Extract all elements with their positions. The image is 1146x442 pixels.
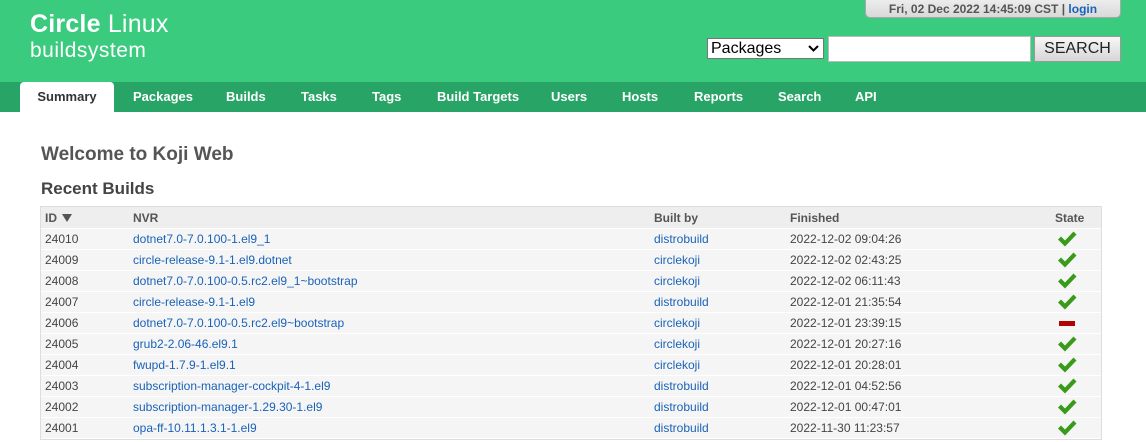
column-header-nvr[interactable]: NVR <box>133 207 158 229</box>
build-owner-link[interactable]: distrobuild <box>654 418 709 439</box>
search-type-select[interactable]: Packages <box>707 38 824 59</box>
tab-build-targets[interactable]: Build Targets <box>437 82 519 112</box>
table-row: 24010 dotnet7.0-7.0.100-1.el9_1 distrobuil… <box>41 229 1101 250</box>
column-header-id[interactable]: ID <box>45 207 73 229</box>
state-complete-checkmark-icon[interactable] <box>1057 293 1077 311</box>
build-finished-time: 2022-12-01 04:52:56 <box>790 379 902 393</box>
build-id: 24004 <box>45 358 79 372</box>
tab-search[interactable]: Search <box>778 82 821 112</box>
build-finished-time: 2022-12-01 21:35:54 <box>790 295 902 309</box>
build-owner-link[interactable]: circlekoji <box>654 355 700 376</box>
table-row: 24002 subscription-manager-1.29.30-1.el9 d… <box>41 397 1101 418</box>
build-id: 24009 <box>45 253 79 267</box>
state-complete-checkmark-icon[interactable] <box>1057 230 1077 248</box>
table-header-row: ID NVR Built by Finished State <box>41 207 1101 229</box>
recent-builds-table: ID NVR Built by Finished State 24010 dotn… <box>40 206 1102 440</box>
build-id: 24001 <box>45 421 79 435</box>
page-title: Welcome to Koji Web <box>41 144 234 165</box>
state-failed-icon[interactable] <box>1057 314 1077 332</box>
table-body: 24010 dotnet7.0-7.0.100-1.el9_1 distrobuil… <box>41 229 1101 439</box>
column-header-finished[interactable]: Finished <box>790 207 839 229</box>
table-row: 24007 circle-release-9.1-1.el9 distrobuild… <box>41 292 1101 313</box>
logo-subtitle: buildsystem <box>30 39 147 62</box>
column-header-built-by[interactable]: Built by <box>654 207 698 229</box>
tab-tags[interactable]: Tags <box>372 82 401 112</box>
tab-builds[interactable]: Builds <box>226 82 266 112</box>
recent-builds-heading: Recent Builds <box>41 179 155 198</box>
build-owner-link[interactable]: distrobuild <box>654 397 709 418</box>
build-finished-time: 2022-12-01 00:47:01 <box>790 400 902 414</box>
login-link[interactable]: login <box>1068 2 1097 16</box>
build-id: 24008 <box>45 274 79 288</box>
build-id: 24006 <box>45 316 79 330</box>
state-complete-checkmark-icon[interactable] <box>1057 356 1077 374</box>
build-finished-time: 2022-12-01 20:27:16 <box>790 337 902 351</box>
build-nvr-link[interactable]: grub2-2.06-46.el9.1 <box>133 334 238 355</box>
build-owner-link[interactable]: circlekoji <box>654 271 700 292</box>
table-row: 24006 dotnet7.0-7.0.100-0.5.rc2.el9~boots… <box>41 313 1101 334</box>
logo-word-linux: Linux <box>100 10 169 38</box>
state-complete-checkmark-icon[interactable] <box>1057 377 1077 395</box>
login-separator: | <box>1061 2 1066 16</box>
search-input[interactable] <box>828 36 1031 62</box>
build-nvr-link[interactable]: dotnet7.0-7.0.100-1.el9_1 <box>133 229 270 250</box>
build-owner-link[interactable]: circlekoji <box>654 250 700 271</box>
build-nvr-link[interactable]: fwupd-1.7.9-1.el9.1 <box>133 355 236 376</box>
site-logo[interactable]: Circle Linux buildsystem <box>30 10 169 63</box>
build-finished-time: 2022-12-01 20:28:01 <box>790 358 902 372</box>
login-box: Fri, 02 Dec 2022 14:45:09 CST | login <box>865 0 1121 18</box>
chevron-down-icon <box>808 45 819 52</box>
build-owner-link[interactable]: distrobuild <box>654 376 709 397</box>
build-finished-time: 2022-12-02 06:11:43 <box>790 274 901 288</box>
state-complete-checkmark-icon[interactable] <box>1057 419 1077 437</box>
tab-summary[interactable]: Summary <box>20 82 114 112</box>
build-nvr-link[interactable]: dotnet7.0-7.0.100-0.5.rc2.el9~bootstrap <box>133 313 344 334</box>
state-complete-checkmark-icon[interactable] <box>1057 251 1077 269</box>
search-type-value: Packages <box>711 40 782 57</box>
state-complete-checkmark-icon[interactable] <box>1057 272 1077 290</box>
table-row: 24004 fwupd-1.7.9-1.el9.1 circlekoji 2022-1… <box>41 355 1101 376</box>
build-nvr-link[interactable]: circle-release-9.1-1.el9 <box>133 292 255 313</box>
build-owner-link[interactable]: circlekoji <box>654 334 700 355</box>
table-row: 24009 circle-release-9.1-1.el9.dotnet circ… <box>41 250 1101 271</box>
header-banner: Circle Linux buildsystem Fri, 02 Dec 202… <box>0 0 1146 82</box>
table-row: 24003 subscription-manager-cockpit-4-1.el… <box>41 376 1101 397</box>
current-datetime: Fri, 02 Dec 2022 14:45:09 CST <box>888 2 1059 16</box>
logo-word-circle: Circle <box>30 10 101 38</box>
build-finished-time: 2022-12-02 09:04:26 <box>790 232 902 246</box>
build-nvr-link[interactable]: subscription-manager-1.29.30-1.el9 <box>133 397 322 418</box>
build-finished-time: 2022-12-02 02:43:25 <box>790 253 902 267</box>
build-nvr-link[interactable]: dotnet7.0-7.0.100-0.5.rc2.el9_1~bootstra… <box>133 271 358 292</box>
search-button[interactable]: SEARCH <box>1034 36 1121 62</box>
tab-tasks[interactable]: Tasks <box>301 82 337 112</box>
build-nvr-link[interactable]: opa-ff-10.11.1.3.1-1.el9 <box>133 418 257 439</box>
state-complete-checkmark-icon[interactable] <box>1057 398 1077 416</box>
build-nvr-link[interactable]: subscription-manager-cockpit-4-1.el9 <box>133 376 330 397</box>
table-row: 24008 dotnet7.0-7.0.100-0.5.rc2.el9_1~boo… <box>41 271 1101 292</box>
sort-descending-icon <box>62 214 73 222</box>
table-row: 24005 grub2-2.06-46.el9.1 circlekoji 2022-1… <box>41 334 1101 355</box>
build-finished-time: 2022-12-01 23:39:15 <box>790 316 902 330</box>
tab-users[interactable]: Users <box>551 82 587 112</box>
state-complete-checkmark-icon[interactable] <box>1057 335 1077 353</box>
build-id: 24010 <box>45 232 79 246</box>
tab-hosts[interactable]: Hosts <box>622 82 658 112</box>
build-id: 24002 <box>45 400 79 414</box>
tab-packages[interactable]: Packages <box>133 82 193 112</box>
build-id: 24005 <box>45 337 79 351</box>
build-finished-time: 2022-11-30 11:23:57 <box>790 421 900 435</box>
table-row: 24001 opa-ff-10.11.1.3.1-1.el9 distrobuild… <box>41 418 1101 439</box>
tab-api[interactable]: API <box>855 82 877 112</box>
column-header-state[interactable]: State <box>1055 207 1084 229</box>
build-id: 24003 <box>45 379 79 393</box>
build-nvr-link[interactable]: circle-release-9.1-1.el9.dotnet <box>133 250 292 271</box>
build-owner-link[interactable]: distrobuild <box>654 292 709 313</box>
build-owner-link[interactable]: distrobuild <box>654 229 709 250</box>
tab-reports[interactable]: Reports <box>694 82 743 112</box>
build-owner-link[interactable]: circlekoji <box>654 313 700 334</box>
build-id: 24007 <box>45 295 79 309</box>
